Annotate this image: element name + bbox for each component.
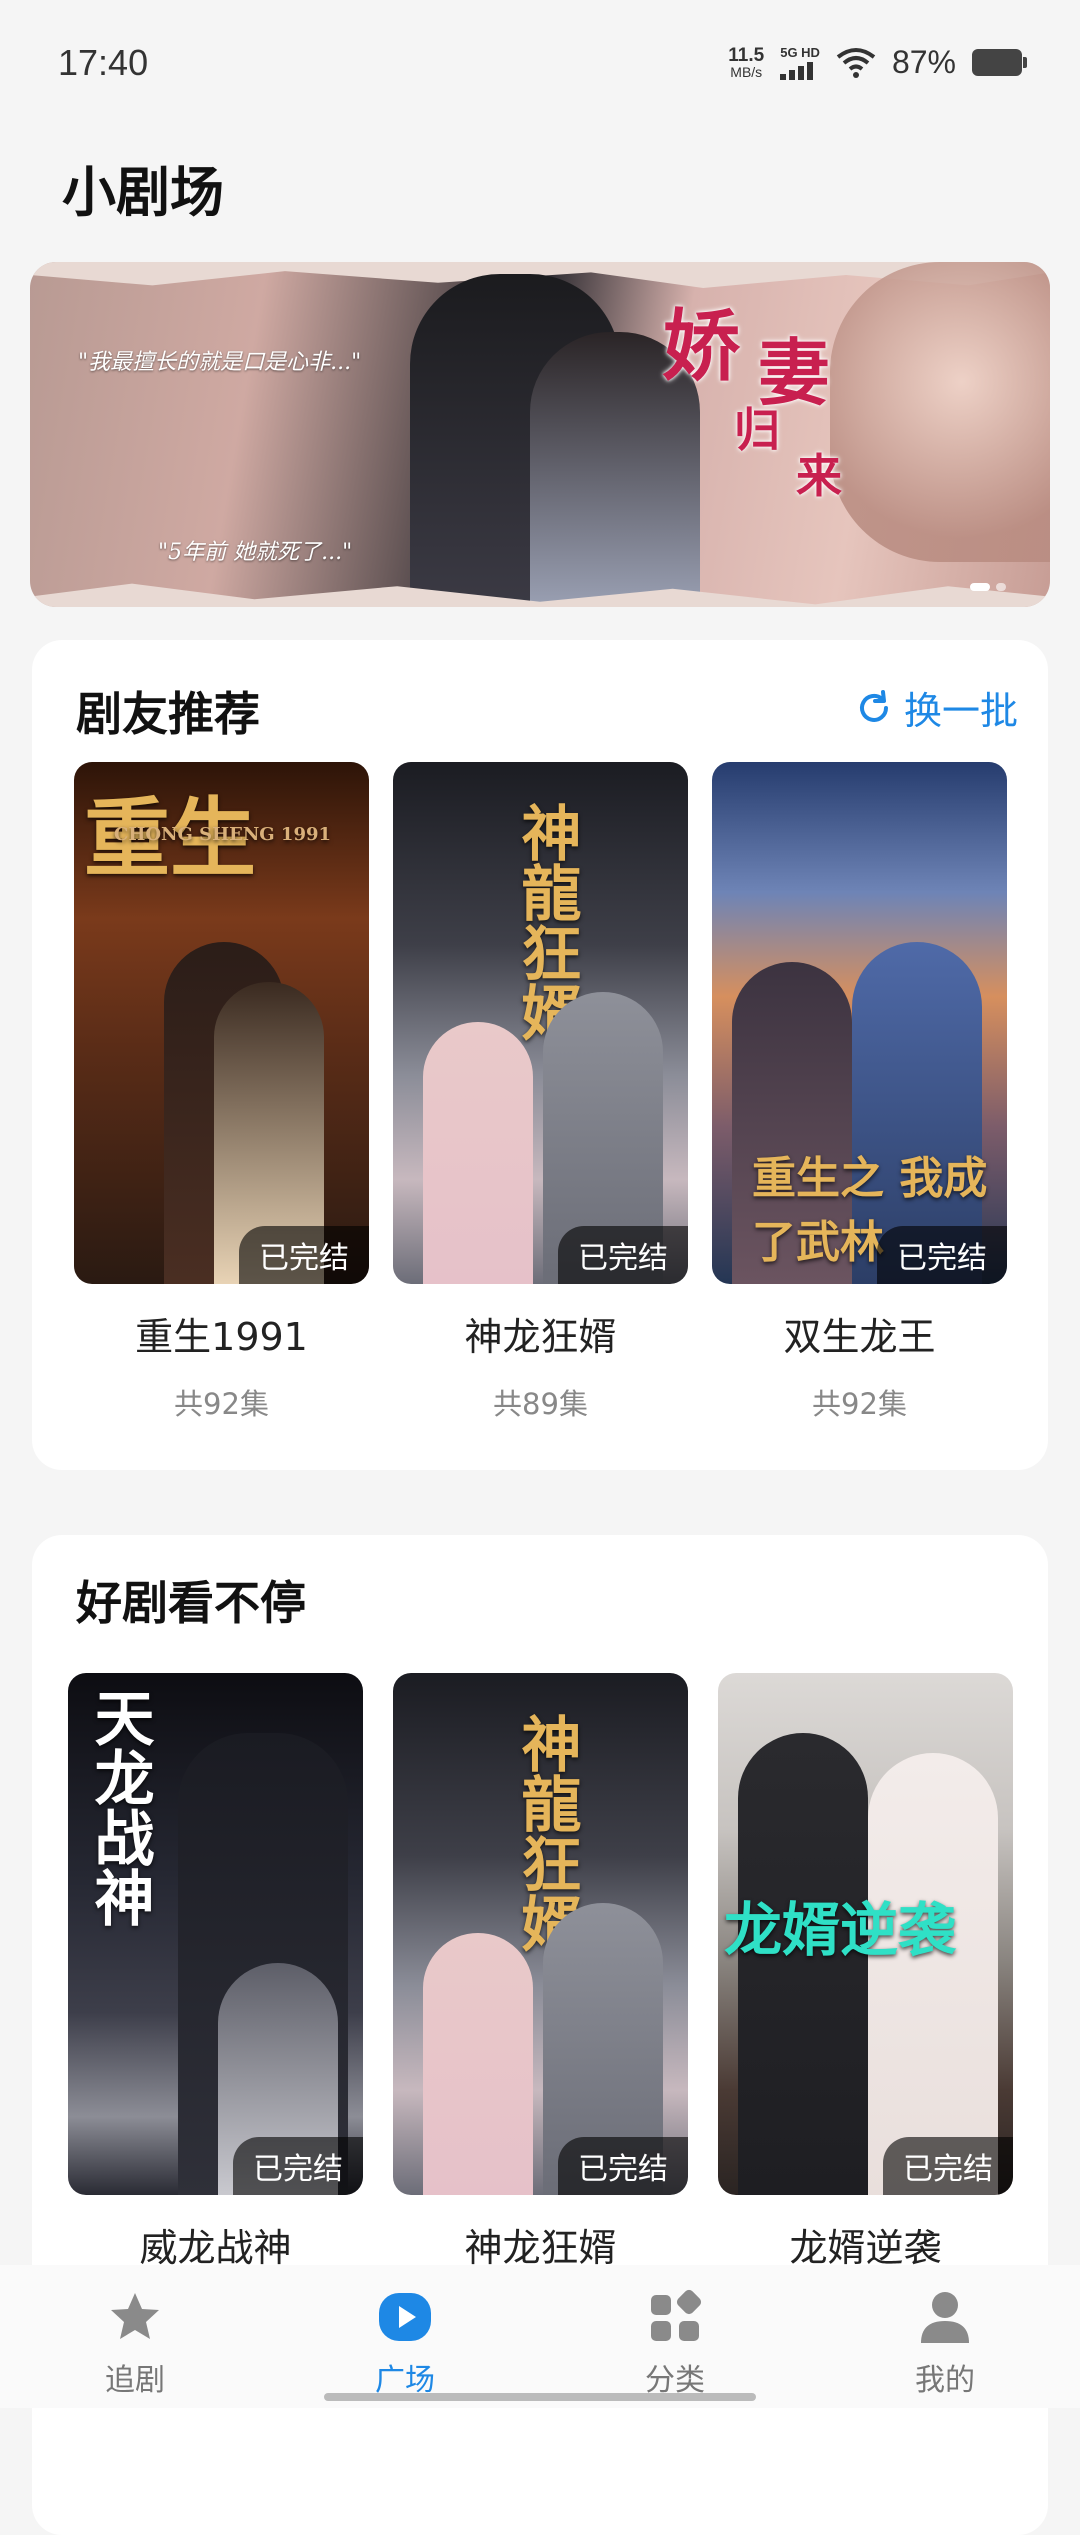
status-badge: 已完结 xyxy=(239,1226,369,1284)
drama-title: 双生龙王 xyxy=(783,1315,936,1359)
episode-count: 共92集 xyxy=(174,1387,269,1421)
drama-poster: 重生之 我成了武林 已完结 xyxy=(712,762,1007,1284)
play-icon xyxy=(379,2293,431,2341)
net-speed-unit: MB/s xyxy=(730,64,763,80)
star-icon xyxy=(111,2293,159,2339)
drama-title: 龙婿逆袭 xyxy=(789,2226,942,2270)
status-indicators: 11.5 MB/s 5G HD 87% xyxy=(728,44,1027,81)
drama-poster: 神龍狂婿 已完结 xyxy=(393,1673,688,2195)
drama-card[interactable]: 天龙战神 已完结 威龙战神 xyxy=(68,1673,363,2272)
recommend-section: 剧友推荐 换一批 重生 CHONG SHENG 1991 已完结 重生1991 … xyxy=(32,640,1048,1470)
drama-title: 威龙战神 xyxy=(139,2226,292,2270)
drama-title: 神龙狂婿 xyxy=(464,2226,617,2270)
person-icon xyxy=(921,2292,969,2343)
drama-poster: 天龙战神 已完结 xyxy=(68,1673,363,2195)
cell-signal-icon: 5G HD xyxy=(780,46,820,80)
page-title: 小剧场 xyxy=(62,161,224,224)
banner-quote-1: "我最擅长的就是口是心非..." xyxy=(78,350,362,375)
grid-icon xyxy=(651,2289,702,2341)
home-indicator[interactable] xyxy=(324,2393,756,2401)
bottom-tab-bar: 追剧 广场 分类 我的 xyxy=(0,2265,1080,2408)
banner-quote-2: "5年前 她就死了..." xyxy=(158,540,353,565)
drama-card[interactable]: 重生 CHONG SHENG 1991 已完结 重生1991 共92集 xyxy=(74,762,369,1423)
drama-poster: 重生 CHONG SHENG 1991 已完结 xyxy=(74,762,369,1284)
tab-following[interactable]: 追剧 xyxy=(35,2287,235,2399)
status-badge: 已完结 xyxy=(558,1226,688,1284)
refresh-icon xyxy=(860,689,888,722)
tab-mine[interactable]: 我的 xyxy=(845,2287,1045,2399)
section-title: 剧友推荐 xyxy=(76,687,260,741)
banner-title: 娇 妻 归 来 xyxy=(662,301,842,503)
banner-carousel[interactable]: "我最擅长的就是口是心非..." "5年前 她就死了..." 娇 妻 归 来 xyxy=(30,262,1050,607)
carousel-indicator xyxy=(970,583,1006,591)
net-speed-value: 11.5 xyxy=(728,45,765,66)
tab-label: 我的 xyxy=(915,2363,975,2398)
drama-title: 重生1991 xyxy=(135,1315,308,1359)
tab-category[interactable]: 分类 xyxy=(575,2287,775,2399)
status-badge: 已完结 xyxy=(233,2137,363,2195)
tab-label: 追剧 xyxy=(105,2363,165,2398)
refresh-label: 换一批 xyxy=(903,689,1018,733)
status-badge: 已完结 xyxy=(877,1226,1007,1284)
drama-poster: 神龍狂婿 已完结 xyxy=(393,762,688,1284)
drama-card[interactable]: 神龍狂婿 已完结 神龙狂婿 共89集 xyxy=(393,762,688,1423)
episode-count: 共92集 xyxy=(812,1387,907,1421)
refresh-button[interactable]: 换一批 xyxy=(856,680,1018,735)
drama-card[interactable]: 神龍狂婿 已完结 神龙狂婿 xyxy=(393,1673,688,2272)
drama-card[interactable]: 重生之 我成了武林 已完结 双生龙王 共92集 xyxy=(712,762,1007,1423)
drama-poster: 龙婿逆袭 已完结 xyxy=(718,1673,1013,2195)
status-bar: 17:40 11.5 MB/s 5G HD 87% xyxy=(0,0,1080,125)
status-badge: 已完结 xyxy=(883,2137,1013,2195)
drama-card[interactable]: 龙婿逆袭 已完结 龙婿逆袭 xyxy=(718,1673,1013,2272)
episode-count: 共89集 xyxy=(493,1387,588,1421)
battery-icon xyxy=(972,49,1027,76)
drama-title: 神龙狂婿 xyxy=(464,1315,617,1359)
section-title: 好剧看不停 xyxy=(76,1576,306,1630)
tab-plaza[interactable]: 广场 xyxy=(305,2287,505,2399)
battery-percent: 87% xyxy=(891,44,956,80)
network-type: 5G HD xyxy=(780,44,820,60)
wifi-icon xyxy=(836,47,876,78)
status-time: 17:40 xyxy=(58,41,149,83)
status-badge: 已完结 xyxy=(558,2137,688,2195)
net-speed: 11.5 MB/s xyxy=(728,46,764,79)
